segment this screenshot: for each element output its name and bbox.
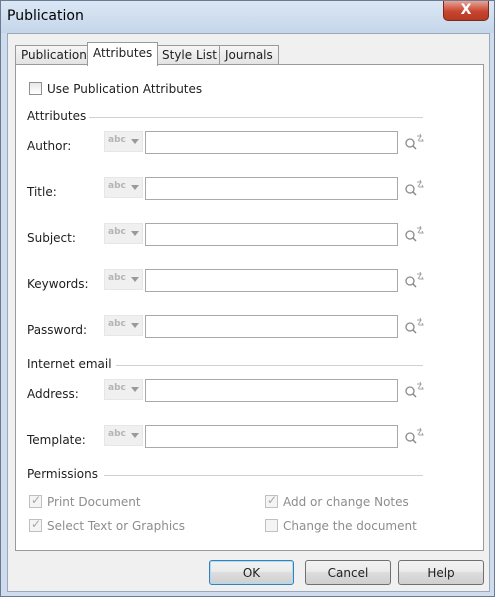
close-button[interactable]: X bbox=[443, 1, 489, 21]
chevron-down-icon bbox=[131, 185, 139, 190]
add-change-notes-checkbox[interactable]: ✓ bbox=[265, 493, 278, 508]
use-publication-attributes-label: Use Publication Attributes bbox=[47, 82, 203, 96]
cancel-button[interactable]: Cancel bbox=[305, 560, 391, 585]
checkmark-icon: ✓ bbox=[31, 493, 42, 507]
checkmark-icon: ✓ bbox=[31, 517, 42, 531]
subject-input[interactable] bbox=[145, 223, 398, 246]
select-text-graphics-label: Select Text or Graphics bbox=[47, 519, 185, 533]
keywords-input[interactable] bbox=[145, 269, 398, 292]
close-icon: X bbox=[460, 2, 472, 18]
help-button[interactable]: Help bbox=[398, 560, 484, 585]
template-abc-dropdown[interactable]: abc bbox=[104, 425, 143, 446]
ok-button[interactable]: OK bbox=[209, 560, 294, 585]
address-input[interactable] bbox=[145, 379, 398, 402]
subject-label: Subject: bbox=[27, 231, 76, 245]
chevron-down-icon bbox=[131, 139, 139, 144]
title-input[interactable] bbox=[145, 177, 398, 200]
change-document-checkbox[interactable] bbox=[265, 519, 278, 532]
password-abc-dropdown[interactable]: abc bbox=[104, 315, 143, 336]
find-replace-icon[interactable] bbox=[403, 317, 425, 337]
select-text-graphics-checkbox[interactable]: ✓ bbox=[29, 517, 42, 532]
author-label: Author: bbox=[27, 139, 72, 153]
tab-publication[interactable]: Publication bbox=[15, 45, 93, 65]
template-label: Template: bbox=[27, 433, 86, 447]
print-document-checkbox[interactable]: ✓ bbox=[29, 493, 42, 508]
use-publication-attributes-checkbox[interactable] bbox=[29, 82, 42, 95]
attributes-panel: Use Publication Attributes Attributes Au… bbox=[15, 64, 484, 551]
window-title: Publication bbox=[7, 8, 84, 24]
title-bar[interactable]: Publication X bbox=[1, 1, 494, 33]
author-input[interactable] bbox=[145, 131, 398, 154]
permissions-group-title: Permissions bbox=[27, 467, 98, 481]
keywords-label: Keywords: bbox=[27, 277, 89, 291]
author-abc-dropdown[interactable]: abc bbox=[104, 131, 143, 152]
find-replace-icon[interactable] bbox=[403, 427, 425, 447]
abc-text: abc bbox=[108, 227, 126, 237]
find-replace-icon[interactable] bbox=[403, 133, 425, 153]
chevron-down-icon bbox=[131, 323, 139, 328]
tab-journals[interactable]: Journals bbox=[219, 45, 279, 65]
address-label: Address: bbox=[27, 387, 79, 401]
dialog-body: Publication Attributes Style List Journa… bbox=[7, 33, 490, 592]
abc-text: abc bbox=[108, 383, 126, 393]
abc-text: abc bbox=[108, 273, 126, 283]
password-label: Password: bbox=[27, 323, 88, 337]
subject-abc-dropdown[interactable]: abc bbox=[104, 223, 143, 244]
abc-text: abc bbox=[108, 429, 126, 439]
tab-attributes[interactable]: Attributes bbox=[87, 42, 159, 66]
find-replace-icon[interactable] bbox=[403, 271, 425, 291]
attributes-divider bbox=[89, 117, 423, 118]
abc-text: abc bbox=[108, 319, 126, 329]
add-change-notes-label: Add or change Notes bbox=[283, 495, 409, 509]
internet-email-group-title: Internet email bbox=[27, 357, 112, 371]
abc-text: abc bbox=[108, 135, 126, 145]
internet-email-divider bbox=[116, 365, 423, 366]
chevron-down-icon bbox=[131, 387, 139, 392]
permissions-divider bbox=[104, 475, 423, 476]
tab-style-list[interactable]: Style List bbox=[156, 45, 223, 65]
change-document-label: Change the document bbox=[283, 519, 417, 533]
abc-text: abc bbox=[108, 181, 126, 191]
keywords-abc-dropdown[interactable]: abc bbox=[104, 269, 143, 290]
password-input[interactable] bbox=[145, 315, 398, 338]
template-input[interactable] bbox=[145, 425, 398, 448]
chevron-down-icon bbox=[131, 231, 139, 236]
title-abc-dropdown[interactable]: abc bbox=[104, 177, 143, 198]
title-label: Title: bbox=[27, 185, 57, 199]
find-replace-icon[interactable] bbox=[403, 179, 425, 199]
chevron-down-icon bbox=[131, 277, 139, 282]
print-document-label: Print Document bbox=[47, 495, 141, 509]
find-replace-icon[interactable] bbox=[403, 225, 425, 245]
publication-dialog: Publication X Publication Attributes Sty… bbox=[0, 0, 495, 597]
address-abc-dropdown[interactable]: abc bbox=[104, 379, 143, 400]
checkmark-icon: ✓ bbox=[267, 493, 278, 507]
chevron-down-icon bbox=[131, 433, 139, 438]
attributes-group-title: Attributes bbox=[27, 109, 87, 123]
find-replace-icon[interactable] bbox=[403, 381, 425, 401]
